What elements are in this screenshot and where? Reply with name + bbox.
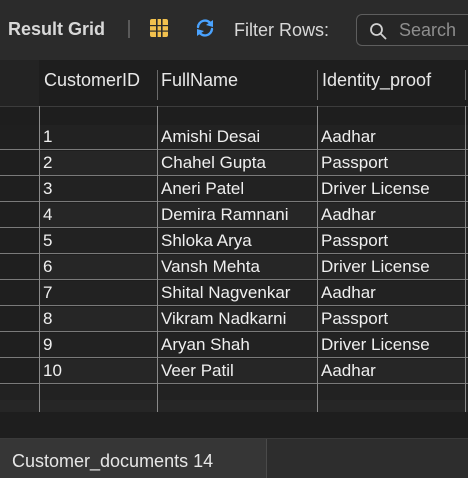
table-row[interactable]: 7 Shital Nagvenkar Aadhar: [0, 281, 468, 306]
cell-customerid[interactable]: 6: [43, 257, 153, 277]
result-tab[interactable]: Customer_documents 14: [0, 439, 267, 478]
row-gutter[interactable]: [0, 151, 39, 175]
filter-search-box[interactable]: [356, 14, 468, 46]
result-tab-label: Customer_documents 14: [12, 451, 214, 471]
result-grid-window: Result Grid Filter Rows: Search Customer…: [0, 0, 468, 478]
table-header: CustomerID FullName Identity_proof: [0, 60, 468, 107]
table-row[interactable]: 5 Shloka Arya Passport: [0, 229, 468, 254]
row-gutter[interactable]: [0, 333, 39, 357]
table-row[interactable]: 9 Aryan Shah Driver License: [0, 333, 468, 358]
row-gutter[interactable]: [0, 307, 39, 331]
table-row[interactable]: 10 Veer Patil Aadhar: [0, 359, 468, 384]
cell-customerid[interactable]: 4: [43, 205, 153, 225]
cell-identity-proof[interactable]: Driver License: [321, 335, 467, 355]
cell-fullname[interactable]: Veer Patil: [161, 361, 311, 381]
table-row[interactable]: 8 Vikram Nadkarni Passport: [0, 307, 468, 332]
cell-identity-proof[interactable]: Driver License: [321, 179, 467, 199]
header-row-gutter: [0, 60, 39, 106]
grid-column-line: [39, 106, 40, 412]
cell-customerid[interactable]: 8: [43, 309, 153, 329]
empty-row: [0, 385, 468, 400]
column-divider[interactable]: [465, 70, 466, 100]
cell-customerid[interactable]: 3: [43, 179, 153, 199]
search-input[interactable]: [399, 19, 468, 41]
table-row[interactable]: 1 Amishi Desai Aadhar: [0, 125, 468, 150]
row-gutter[interactable]: [0, 203, 39, 227]
cell-fullname[interactable]: Demira Ramnani: [161, 205, 311, 225]
cell-identity-proof[interactable]: Driver License: [321, 257, 467, 277]
cell-fullname[interactable]: Aneri Patel: [161, 179, 311, 199]
row-gutter[interactable]: [0, 177, 39, 201]
grid-column-line: [317, 106, 318, 412]
cell-customerid[interactable]: 1: [43, 127, 153, 147]
table-row[interactable]: 2 Chahel Gupta Passport: [0, 151, 468, 176]
cell-fullname[interactable]: Shital Nagvenkar: [161, 283, 311, 303]
cell-fullname[interactable]: Aryan Shah: [161, 335, 311, 355]
table-row[interactable]: 3 Aneri Patel Driver License: [0, 177, 468, 202]
grid-column-line: [157, 106, 158, 412]
cell-fullname[interactable]: Amishi Desai: [161, 127, 311, 147]
column-divider[interactable]: [317, 70, 318, 100]
grid-layout-icon[interactable]: [149, 18, 169, 38]
cell-customerid[interactable]: 2: [43, 153, 153, 173]
row-gutter[interactable]: [0, 229, 39, 253]
toolbar-title: Result Grid: [8, 19, 106, 39]
refresh-icon[interactable]: [194, 18, 216, 38]
row-gutter[interactable]: [0, 255, 39, 279]
row-gutter[interactable]: [0, 125, 39, 149]
column-header-customerid[interactable]: CustomerID: [44, 70, 140, 91]
row-gutter[interactable]: [0, 281, 39, 305]
cell-fullname[interactable]: Vikram Nadkarni: [161, 309, 311, 329]
search-icon: [369, 22, 387, 40]
cell-identity-proof[interactable]: Passport: [321, 231, 467, 251]
column-header-identity-proof[interactable]: Identity_proof: [322, 70, 431, 91]
cell-fullname[interactable]: Vansh Mehta: [161, 257, 311, 277]
cell-identity-proof[interactable]: Passport: [321, 309, 467, 329]
cell-identity-proof[interactable]: Aadhar: [321, 205, 467, 225]
cell-fullname[interactable]: Chahel Gupta: [161, 153, 311, 173]
toolbar-separator: [128, 20, 130, 38]
cell-identity-proof[interactable]: Aadhar: [321, 127, 467, 147]
filter-rows-label: Filter Rows:: [234, 20, 330, 40]
result-grid-toolbar: Result Grid Filter Rows:: [0, 0, 468, 61]
table-row[interactable]: 6 Vansh Mehta Driver License: [0, 255, 468, 280]
empty-row: [0, 400, 468, 412]
grid-column-line: [465, 106, 466, 412]
table-row[interactable]: 4 Demira Ramnani Aadhar: [0, 203, 468, 228]
result-tab-bar: Customer_documents 14: [0, 438, 468, 478]
row-gutter[interactable]: [0, 359, 39, 383]
empty-grid-area: [0, 412, 468, 438]
cell-customerid[interactable]: 7: [43, 283, 153, 303]
cell-customerid[interactable]: 10: [43, 361, 153, 381]
column-divider[interactable]: [157, 70, 158, 100]
cell-identity-proof[interactable]: Aadhar: [321, 361, 467, 381]
cell-identity-proof[interactable]: Aadhar: [321, 283, 467, 303]
cell-customerid[interactable]: 9: [43, 335, 153, 355]
cell-identity-proof[interactable]: Passport: [321, 153, 467, 173]
column-header-fullname[interactable]: FullName: [161, 70, 238, 91]
result-table: CustomerID FullName Identity_proof 1 Amis…: [0, 60, 468, 438]
cell-customerid[interactable]: 5: [43, 231, 153, 251]
cell-fullname[interactable]: Shloka Arya: [161, 231, 311, 251]
